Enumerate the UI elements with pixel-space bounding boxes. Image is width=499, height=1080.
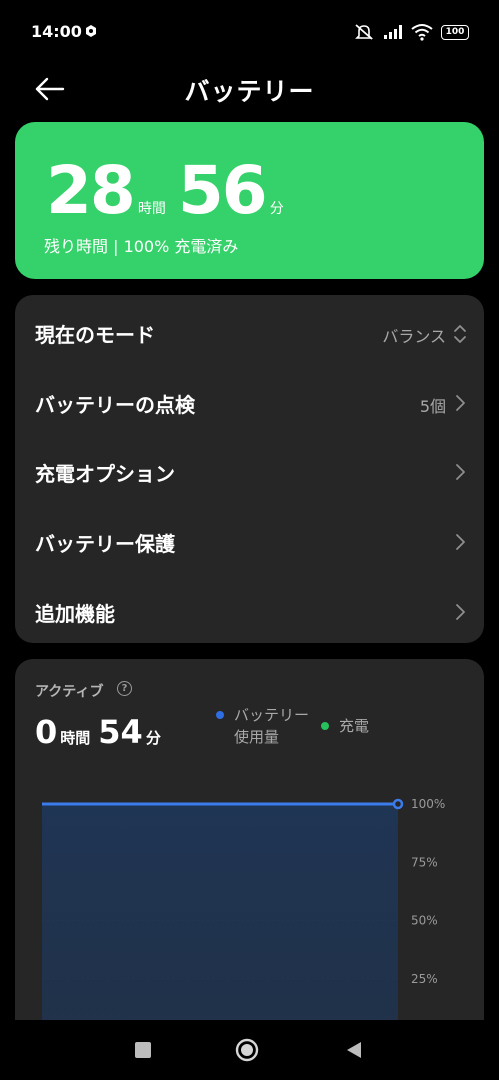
battery-remaining-card: 28 時間 56 分 残り時間 | 100% 充電済み xyxy=(15,122,484,279)
minutes-unit: 分 xyxy=(269,201,284,217)
settings-item-value: バランス xyxy=(382,327,446,346)
remaining-time: 28 時間 56 分 xyxy=(46,158,296,224)
signal-icon xyxy=(384,25,402,39)
wifi-icon xyxy=(411,24,433,41)
battery-screen: 14:00 100 バッテリー 28 時間 56 分 残り時間 | 100% 充… xyxy=(0,0,499,1080)
page-title: バッテリー xyxy=(184,77,315,106)
usage-endpoint xyxy=(392,798,404,810)
remaining-subtitle: 残り時間 | 100% 充電済み xyxy=(44,237,239,256)
chevron-right-icon xyxy=(456,534,465,550)
up-down-chevron-icon xyxy=(454,325,466,343)
settings-item-label: バッテリーの点検 xyxy=(35,393,195,417)
header: バッテリー xyxy=(0,66,499,112)
status-icons: 100 xyxy=(355,22,469,42)
mute-icon xyxy=(355,24,373,40)
chevron-right-icon xyxy=(456,464,465,480)
remaining-hours: 28 xyxy=(46,152,136,229)
y-tick-label: 100% xyxy=(411,797,445,811)
remaining-minutes: 56 xyxy=(177,152,268,229)
settings-item-charging-options[interactable]: 充電オプション xyxy=(15,440,484,498)
recent-apps-icon[interactable] xyxy=(131,1038,155,1062)
battery-usage-chart: 100% 75% 50% 25% xyxy=(42,797,445,1037)
home-icon[interactable] xyxy=(235,1038,259,1062)
settings-item-label: 現在のモード xyxy=(35,323,155,347)
settings-item-label: 充電オプション xyxy=(35,462,175,486)
usage-area xyxy=(42,804,398,1037)
activity-card: アクティブ ? 0 時間 54 分 バッテリー使用量 充電 100% 75% 50%… xyxy=(15,659,484,1059)
settings-item-battery-check[interactable]: バッテリーの点検 5個 xyxy=(15,371,484,429)
status-time: 14:00 xyxy=(31,22,82,41)
hours-unit: 時間 xyxy=(137,201,166,217)
settings-item-battery-protection[interactable]: バッテリー保護 xyxy=(15,510,484,568)
settings-item-label: バッテリー保護 xyxy=(35,532,175,556)
navigation-bar xyxy=(0,1020,499,1080)
y-tick-label: 25% xyxy=(411,972,438,986)
chevron-right-icon xyxy=(456,604,465,620)
back-icon[interactable] xyxy=(342,1038,366,1062)
settings-item-additional-features[interactable]: 追加機能 xyxy=(15,580,484,638)
status-bar: 14:00 100 xyxy=(0,0,499,66)
y-tick-label: 75% xyxy=(411,855,438,869)
battery-icon: 100 xyxy=(441,24,469,40)
settings-list: 現在のモード バランス バッテリーの点検 5個 充電オプション バッテリー保護 xyxy=(15,295,484,643)
settings-item-value: 5個 xyxy=(419,397,446,416)
settings-item-label: 追加機能 xyxy=(35,602,115,626)
settings-item-current-mode[interactable]: 現在のモード バランス xyxy=(15,301,484,359)
y-tick-label: 50% xyxy=(411,914,438,928)
chevron-right-icon xyxy=(456,395,465,411)
app-notification-icon xyxy=(86,25,96,37)
